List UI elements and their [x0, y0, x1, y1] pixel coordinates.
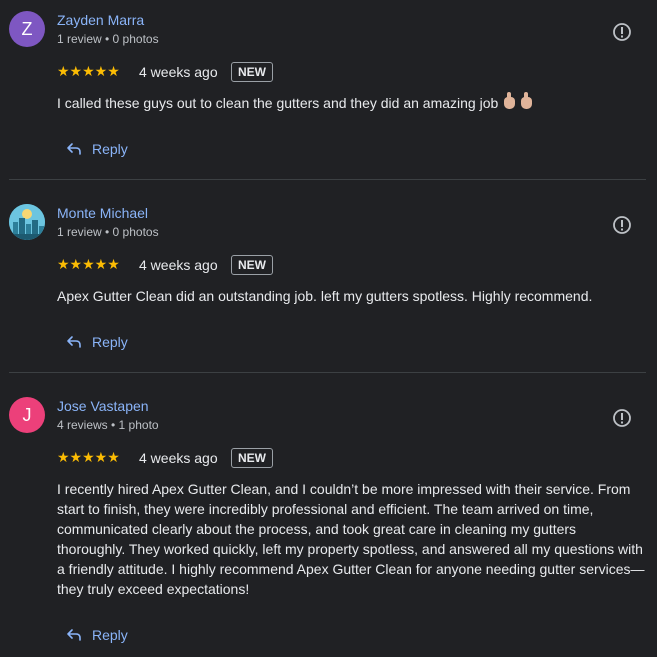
reviewer-name[interactable]: Jose Vastapen [57, 398, 149, 414]
avatar-city-image [9, 204, 45, 240]
reply-button[interactable]: Reply [66, 334, 128, 350]
review-card: J Jose Vastapen 4 reviews • 1 photo ★★★★… [0, 373, 657, 657]
avatar[interactable] [9, 204, 45, 240]
report-icon[interactable] [612, 408, 632, 428]
reply-label: Reply [92, 627, 128, 643]
review-time: 4 weeks ago [139, 64, 218, 80]
review-card: Monte Michael 1 review • 0 photos ★★★★★ … [0, 180, 657, 373]
reviewer-meta: 1 review • 0 photos [57, 225, 159, 239]
star-rating: ★★★★★ [57, 449, 120, 465]
reply-icon [67, 336, 81, 348]
reviewer-name[interactable]: Zayden Marra [57, 12, 144, 28]
new-badge: NEW [231, 255, 273, 275]
thumbs-up-emoji [521, 92, 533, 109]
review-text: Apex Gutter Clean did an outstanding job… [57, 288, 593, 304]
reply-button[interactable]: Reply [66, 141, 128, 157]
new-badge: NEW [231, 448, 273, 468]
thumbs-up-emoji [504, 92, 516, 109]
star-rating: ★★★★★ [57, 63, 120, 79]
reviewer-meta: 1 review • 0 photos [57, 32, 159, 46]
new-badge: NEW [231, 62, 273, 82]
reply-icon [67, 629, 81, 641]
reviewer-meta: 4 reviews • 1 photo [57, 418, 159, 432]
star-rating: ★★★★★ [57, 256, 120, 272]
review-card: Z Zayden Marra 1 review • 0 photos ★★★★★… [0, 0, 657, 180]
report-icon[interactable] [612, 22, 632, 42]
reply-button[interactable]: Reply [66, 627, 128, 643]
review-time: 4 weeks ago [139, 257, 218, 273]
reply-label: Reply [92, 141, 128, 157]
avatar[interactable]: J [9, 397, 45, 433]
review-text: I called these guys out to clean the gut… [57, 92, 645, 113]
reply-label: Reply [92, 334, 128, 350]
reviewer-name[interactable]: Monte Michael [57, 205, 148, 221]
review-text: I recently hired Apex Gutter Clean, and … [57, 481, 645, 597]
review-time: 4 weeks ago [139, 450, 218, 466]
review-text-body: I called these guys out to clean the gut… [57, 95, 499, 111]
reply-icon [67, 143, 81, 155]
avatar[interactable]: Z [9, 11, 45, 47]
report-icon[interactable] [612, 215, 632, 235]
